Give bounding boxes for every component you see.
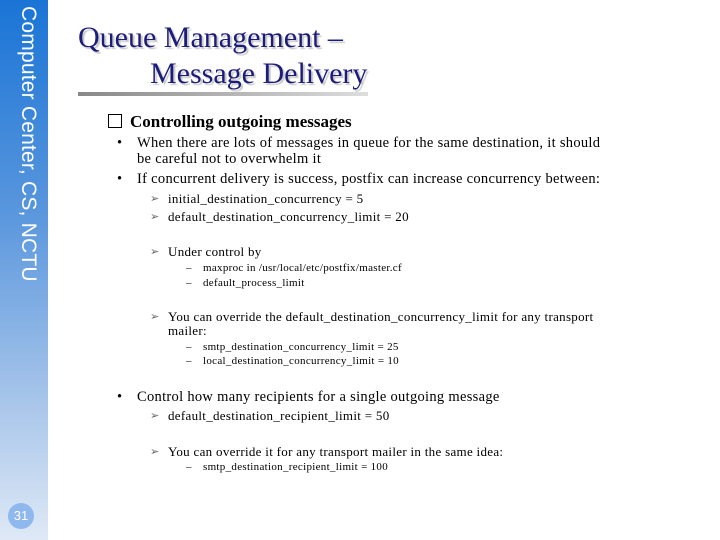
slide-title: Queue Management – Message Delivery <box>78 20 367 92</box>
dash-icon: – <box>186 461 192 473</box>
checkbox-bullet-icon <box>108 114 122 128</box>
sub-sub-item: smtp_destination_recipient_limit = 100 <box>203 461 389 473</box>
sub-item: default_destination_recipient_limit = 50 <box>168 408 390 423</box>
arrow-icon: ➢ <box>150 311 160 323</box>
sub-sub-item: smtp_destination_concurrency_limit = 25 <box>203 341 399 353</box>
title-line-1: Queue Management – <box>78 21 343 54</box>
dash-icon: – <box>186 355 192 367</box>
bullet-3-text: Control how many recipients for a single… <box>137 389 500 405</box>
arrow-icon: ➢ <box>150 193 160 205</box>
sub-item: initial_destination_concurrency = 5 <box>168 191 364 206</box>
sub-sub-item: maxproc in /usr/local/etc/postfix/master… <box>203 262 402 274</box>
title-underline <box>78 92 368 96</box>
sub-item: You can override the default_destination… <box>168 309 594 324</box>
heading-text: Controlling outgoing messages <box>130 112 352 131</box>
sub-item: Under control by <box>168 244 262 259</box>
sub-item: default_destination_concurrency_limit = … <box>168 209 409 224</box>
sub-sub-item: local_destination_concurrency_limit = 10 <box>203 355 399 367</box>
sub-item-cont: mailer: <box>168 323 207 338</box>
section-heading: Controlling outgoing messages <box>108 112 352 132</box>
title-line-2: Message Delivery <box>150 57 368 90</box>
arrow-icon: ➢ <box>150 410 160 422</box>
dash-icon: – <box>186 341 192 353</box>
arrow-icon: ➢ <box>150 446 160 458</box>
bullet-2-text: If concurrent delivery is success, postf… <box>137 171 601 187</box>
sub-sub-item: default_process_limit <box>203 277 305 289</box>
arrow-icon: ➢ <box>150 211 160 223</box>
arrow-icon: ➢ <box>150 246 160 258</box>
dash-icon: – <box>186 277 192 289</box>
sidebar: Computer Center, CS, NCTU 31 <box>0 0 48 540</box>
page-number: 31 <box>8 503 34 529</box>
bullet-icon: • <box>117 389 123 405</box>
sidebar-text: Computer Center, CS, NCTU <box>17 6 40 282</box>
bullet-1-line1: When there are lots of messages in queue… <box>137 135 601 151</box>
bullet-icon: • <box>117 171 123 187</box>
bullet-icon: • <box>117 135 123 151</box>
sub-item: You can override it for any transport ma… <box>168 444 504 459</box>
dash-icon: – <box>186 262 192 274</box>
bullet-1-line2: be careful not to overwhelm it <box>137 151 322 167</box>
